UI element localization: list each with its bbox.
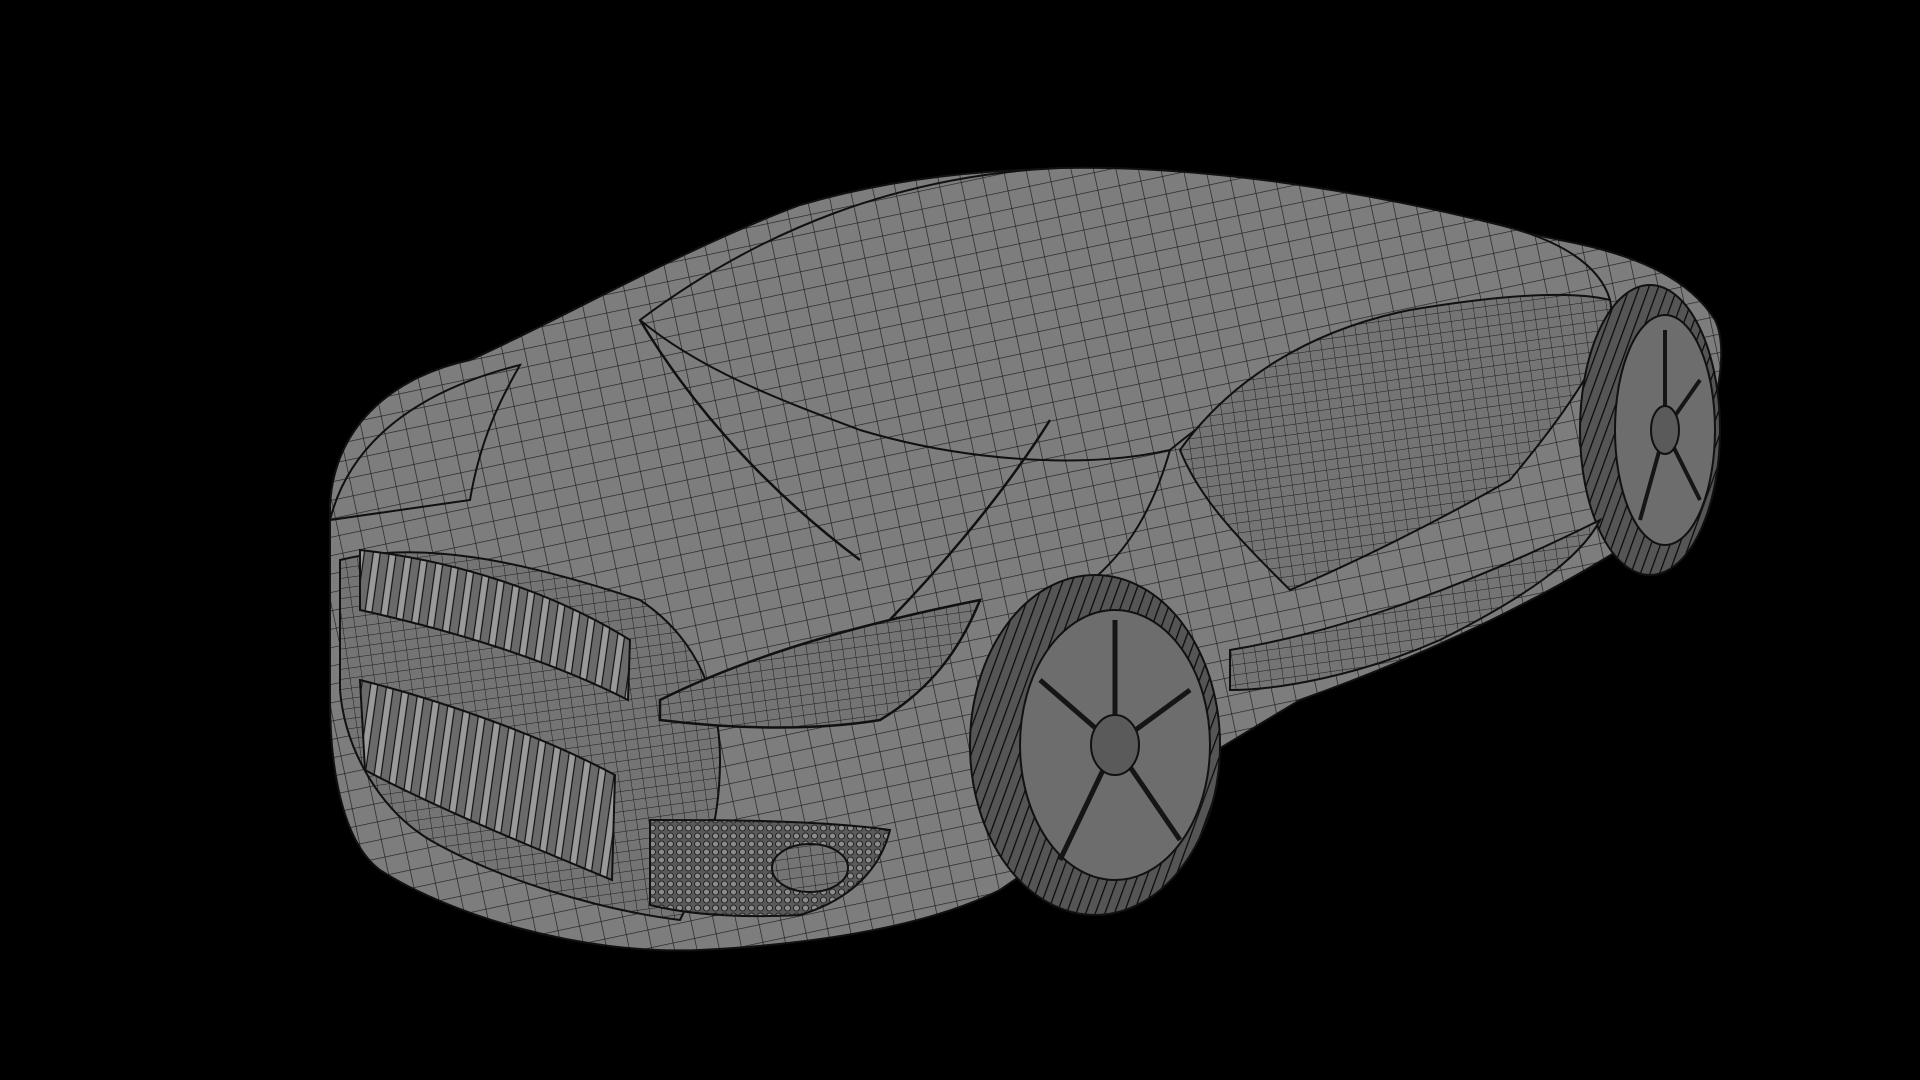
3d-viewport[interactable] <box>0 0 1920 1080</box>
rear-wheel <box>1579 284 1721 576</box>
car-wireframe-model <box>328 166 1723 952</box>
front-wheel <box>969 574 1221 916</box>
fog-light <box>771 843 849 893</box>
